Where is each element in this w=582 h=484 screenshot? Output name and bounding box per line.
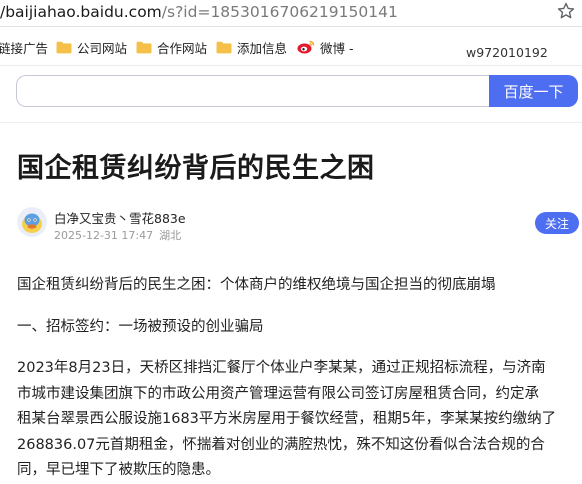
bookmark-label: 合作网站 (157, 40, 208, 56)
bookmark-label: 公司网站 (77, 40, 128, 56)
article-section-heading: 一、招标签约：一场被预设的创业骗局 (17, 319, 264, 335)
paragraph-line: 268836.07元首期租金，怀揣着对创业的满腔热忱，殊不知这份看似合法合规的合 (17, 436, 545, 453)
article-title: 国企租赁纠纷背后的民生之困 (17, 153, 375, 184)
paragraph-line: 2023年8月23日，天桥区排挡汇餐厅个体业户李某某，通过正规招标流程，与济南 (17, 360, 546, 376)
folder-icon (216, 41, 232, 54)
address-bar[interactable]: /baijiahao.baidu.com/s?id=18530167062191… (0, 0, 582, 27)
bookmark-folder-partner[interactable]: 合作网站 (136, 38, 207, 56)
weibo-icon (297, 40, 315, 54)
bookmark-label: 微博 - (320, 40, 354, 56)
folder-icon (136, 41, 152, 54)
publish-date: 2025-12-31 17:47 (54, 229, 154, 242)
avatar[interactable] (17, 207, 47, 237)
bookmark-label: 添加信息 (237, 40, 288, 56)
search-button[interactable]: 百度一下 (489, 75, 578, 107)
folder-icon (56, 41, 72, 54)
bookmark-item[interactable]: 链接广告 (0, 38, 48, 56)
bookmark-folder-company[interactable]: 公司网站 (56, 38, 127, 56)
article-paragraph: 2023年8月23日，天桥区排挡汇餐厅个体业户李某某，通过正规招标流程，与济南 … (17, 356, 582, 484)
divider (0, 122, 582, 123)
article-meta: 2025-12-31 17:47 湖北 (54, 227, 181, 243)
paragraph-line: 租某台翠景西公服设施1683平方米房屋用于餐饮经营，租期5年，李某某按约缴纳了 (17, 411, 557, 427)
search-bar: 百度一下 (16, 75, 578, 107)
paragraph-line: 市城市建设集团旗下的市政公用资产管理运营有限公司签订房屋租赁合同，约定承 (17, 385, 539, 402)
publish-location: 湖北 (159, 229, 182, 242)
search-input[interactable] (16, 75, 489, 107)
avatar-icon (17, 207, 47, 237)
url-text[interactable]: /baijiahao.baidu.com/s?id=18530167062191… (0, 3, 398, 21)
star-icon[interactable] (556, 1, 576, 21)
bookmark-folder-addinfo[interactable]: 添加信息 (216, 38, 287, 56)
url-path: /s?id=1853016706219150141 (161, 3, 398, 21)
user-account[interactable]: w972010192 (466, 45, 548, 60)
bookmarks-bar: 链接广告 公司网站 合作网站 添加信息 微博 - w972010192 (0, 27, 582, 66)
url-host: /baijiahao.baidu.com (0, 3, 162, 21)
article-paragraph: 国企租赁纠纷背后的民生之困：个体商户的维权绝境与国企担当的彻底崩塌 (17, 277, 496, 293)
paragraph-line: 同，早已埋下了被欺压的隐患。 (17, 462, 220, 478)
bookmark-label: 链接广告 (0, 40, 49, 56)
follow-button[interactable]: 关注 (535, 212, 579, 234)
bookmark-weibo[interactable]: 微博 - (297, 38, 353, 56)
author-name[interactable]: 白净又宝贵丶雪花883e (54, 208, 186, 227)
